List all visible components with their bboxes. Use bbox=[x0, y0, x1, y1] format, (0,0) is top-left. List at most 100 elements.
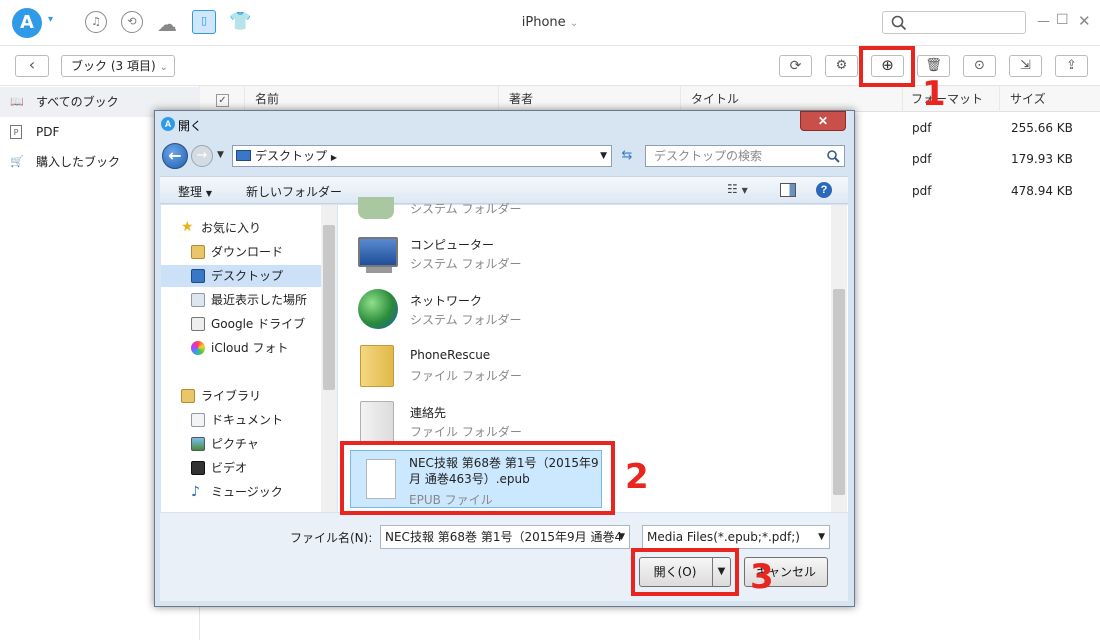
nav-google-drive[interactable]: Google ドライブ bbox=[161, 313, 321, 335]
computer-icon bbox=[358, 237, 398, 267]
column-header-author[interactable]: 著者 bbox=[501, 86, 681, 112]
chevron-down-icon: ▼ bbox=[600, 151, 607, 161]
file-subtitle: システム フォルダー bbox=[410, 257, 522, 271]
step-number-1: 1 bbox=[922, 74, 946, 114]
folder-icon bbox=[358, 197, 394, 219]
file-list-scrollbar[interactable] bbox=[831, 205, 847, 512]
back-arrow-icon[interactable]: ← bbox=[162, 143, 188, 169]
cell-size: 255.66 KB bbox=[1011, 121, 1073, 135]
cell-format: pdf bbox=[912, 152, 932, 166]
column-header-format[interactable]: フォーマット bbox=[903, 86, 1000, 112]
nav-icloud-photos[interactable]: iCloud フォト bbox=[161, 337, 321, 359]
chevron-down-icon: ▼ bbox=[818, 532, 825, 542]
downloads-icon bbox=[191, 245, 205, 259]
documents-icon bbox=[191, 413, 205, 427]
nav-favorites[interactable]: ★ お気に入り bbox=[161, 217, 321, 239]
organize-menu[interactable]: 整理 ▼ bbox=[178, 183, 212, 200]
settings-button[interactable]: ⚙ bbox=[825, 55, 858, 77]
refresh-icon[interactable]: ⇆ bbox=[616, 145, 638, 167]
scrollbar-thumb[interactable] bbox=[323, 225, 335, 390]
nav-recent-places[interactable]: 最近表示した場所 bbox=[161, 289, 321, 311]
forward-arrow-icon[interactable]: → bbox=[191, 145, 213, 167]
restore-icon[interactable]: ⟲ bbox=[121, 11, 143, 33]
folder-icon bbox=[360, 345, 394, 387]
back-button[interactable]: ‹ bbox=[15, 55, 49, 77]
app-icon: A bbox=[161, 117, 175, 131]
nav-documents[interactable]: ドキュメント bbox=[161, 409, 321, 431]
to-computer-button[interactable]: ⇲ bbox=[1009, 55, 1042, 77]
phone-icon[interactable]: ▯ bbox=[192, 10, 216, 34]
nav-desktop[interactable]: デスクトップ bbox=[161, 265, 321, 287]
music-icon[interactable]: ♫ bbox=[85, 11, 107, 33]
pictures-icon bbox=[191, 437, 205, 451]
highlight-epub-file bbox=[340, 441, 615, 515]
scrollbar-thumb[interactable] bbox=[833, 289, 845, 495]
address-bar[interactable]: デスクトップ ▶ ▼ bbox=[232, 145, 612, 167]
library-icon bbox=[181, 389, 195, 403]
music-note-icon: ♪ bbox=[191, 484, 200, 500]
chevron-down-icon: ⌄ bbox=[159, 62, 168, 73]
to-itunes-button[interactable]: ⊙ bbox=[963, 55, 996, 77]
sidebar-item-label: すべてのブック bbox=[36, 95, 119, 109]
close-button[interactable]: ✕ bbox=[1078, 12, 1091, 30]
nav-scrollbar[interactable] bbox=[321, 205, 337, 512]
cart-icon: 🛒 bbox=[10, 155, 24, 168]
network-icon bbox=[358, 289, 398, 329]
nav-videos[interactable]: ビデオ bbox=[161, 457, 321, 479]
nav-downloads[interactable]: ダウンロード bbox=[161, 241, 321, 263]
new-folder-button[interactable]: 新しいフォルダー bbox=[246, 183, 342, 200]
select-all-checkbox[interactable]: ✓ bbox=[200, 86, 245, 112]
column-header-name[interactable]: 名前 bbox=[247, 86, 499, 112]
refresh-button[interactable]: ⟳ bbox=[779, 55, 812, 77]
file-name: 連絡先 bbox=[410, 406, 447, 420]
minimize-button[interactable]: — bbox=[1037, 14, 1050, 29]
chevron-down-icon: ▼ bbox=[618, 532, 625, 542]
recent-places-icon bbox=[191, 293, 205, 307]
list-item[interactable]: PhoneRescue ファイル フォルダー bbox=[338, 343, 828, 393]
preview-pane-icon[interactable] bbox=[780, 183, 796, 197]
maximize-button[interactable]: ☐ bbox=[1056, 12, 1069, 28]
step-number-2: 2 bbox=[625, 457, 649, 497]
file-type-select[interactable]: Media Files(*.epub;*.pdf;) ▼ bbox=[642, 525, 830, 549]
google-drive-icon bbox=[191, 317, 205, 331]
sidebar-item-label: PDF bbox=[36, 125, 60, 139]
help-icon[interactable]: ? bbox=[816, 182, 832, 198]
dialog-search-input[interactable]: デスクトップの検索 bbox=[645, 145, 845, 167]
nav-libraries[interactable]: ライブラリ bbox=[161, 385, 321, 407]
nav-music[interactable]: ♪ ミュージック bbox=[161, 481, 321, 503]
to-device-button[interactable]: ⇪ bbox=[1055, 55, 1088, 77]
cell-size: 478.94 KB bbox=[1011, 184, 1073, 198]
search-input[interactable] bbox=[882, 11, 1026, 34]
search-icon bbox=[827, 150, 840, 163]
videos-icon bbox=[191, 461, 205, 475]
step-number-3: 3 bbox=[750, 557, 774, 597]
file-subtitle: システム フォルダー bbox=[410, 313, 522, 327]
desktop-icon bbox=[236, 150, 251, 161]
dialog-title: 開く bbox=[178, 119, 203, 133]
column-header-title[interactable]: タイトル bbox=[683, 86, 903, 112]
cloud-icon[interactable]: ☁ bbox=[157, 12, 177, 36]
file-subtitle: ファイル フォルダー bbox=[410, 369, 522, 383]
cell-format: pdf bbox=[912, 184, 932, 198]
filename-input[interactable]: NEC技報 第68巻 第1号（2015年9月 通巻4 ▼ bbox=[380, 525, 630, 549]
filename-label: ファイル名(N): bbox=[290, 531, 373, 545]
file-name: PhoneRescue bbox=[410, 348, 491, 362]
book-icon: 📖 bbox=[10, 95, 24, 108]
category-dropdown[interactable]: ブック (3 項目) ⌄ bbox=[61, 55, 175, 77]
view-options-icon[interactable]: ☷ ▼ bbox=[727, 182, 748, 196]
file-name: コンピューター bbox=[410, 238, 495, 252]
navigation-pane: ★ お気に入り ダウンロード デスクトップ 最近表示した場所 Google ドライ… bbox=[161, 205, 337, 512]
list-item[interactable]: ネットワーク システム フォルダー bbox=[338, 287, 828, 337]
column-header-size[interactable]: サイズ bbox=[1002, 86, 1100, 112]
nav-pictures[interactable]: ピクチャ bbox=[161, 433, 321, 455]
shirt-icon[interactable]: 👕 bbox=[229, 11, 251, 32]
chevron-down-icon[interactable]: ▾ bbox=[48, 14, 53, 25]
highlight-add-button bbox=[859, 46, 915, 87]
device-title[interactable]: iPhone ⌄ bbox=[500, 15, 600, 30]
app-logo[interactable]: A bbox=[12, 8, 42, 38]
highlight-open-button bbox=[631, 548, 739, 596]
computer-stand bbox=[366, 267, 392, 273]
list-item[interactable]: コンピューター システム フォルダー bbox=[338, 231, 828, 281]
recent-dropdown-icon[interactable]: ▼ bbox=[217, 150, 224, 160]
dialog-close-button[interactable]: ✕ bbox=[800, 111, 846, 131]
